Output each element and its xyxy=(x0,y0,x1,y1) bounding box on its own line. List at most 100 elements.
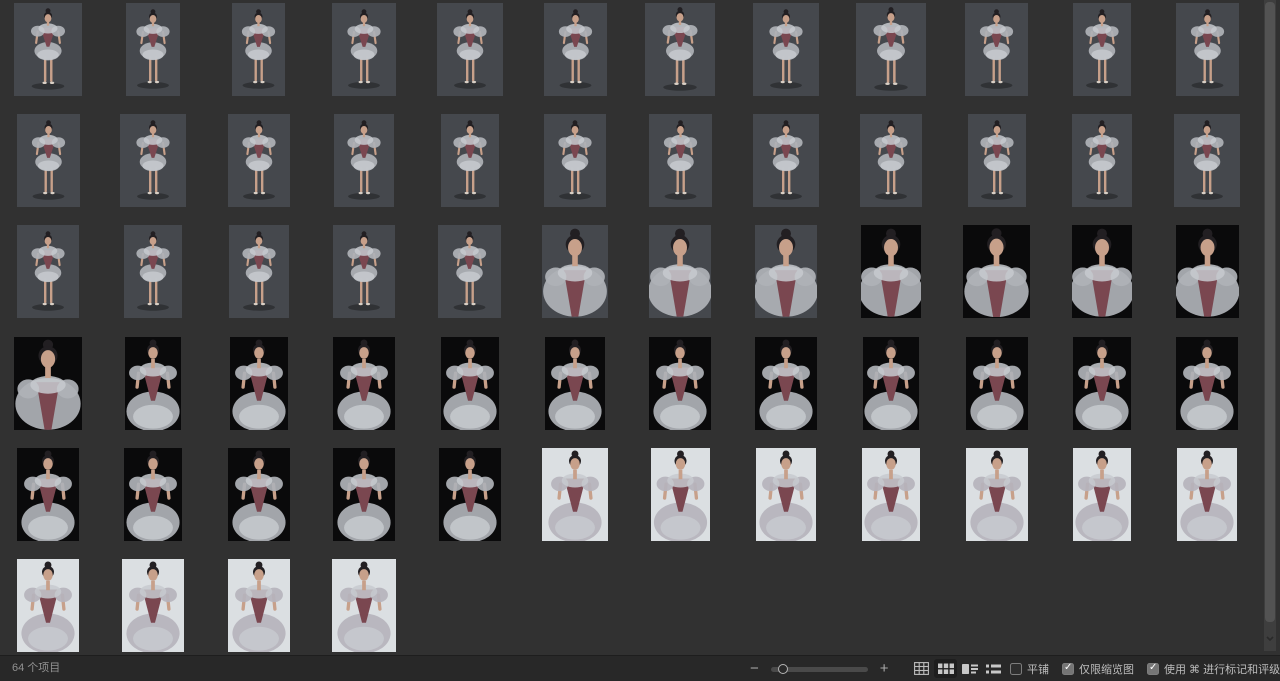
photo-thumbnail[interactable] xyxy=(1176,225,1239,318)
photo-image xyxy=(17,448,79,541)
photo-image xyxy=(651,448,710,541)
photo-thumbnail[interactable] xyxy=(230,337,288,430)
photo-thumbnail[interactable] xyxy=(17,559,79,652)
photo-thumbnail[interactable] xyxy=(1177,448,1237,541)
photo-thumbnail[interactable] xyxy=(965,3,1028,96)
photo-image xyxy=(228,448,290,541)
photo-thumbnail[interactable] xyxy=(1174,114,1240,207)
tile-checkbox[interactable] xyxy=(1010,663,1022,675)
photo-thumbnail[interactable] xyxy=(545,337,605,430)
photo-thumbnail[interactable] xyxy=(124,448,182,541)
photo-thumbnail[interactable] xyxy=(332,3,396,96)
photo-thumbnail[interactable] xyxy=(755,337,817,430)
photo-thumbnail[interactable] xyxy=(17,225,79,318)
photo-thumbnail[interactable] xyxy=(645,3,715,96)
photo-image xyxy=(544,114,606,207)
photo-thumbnail[interactable] xyxy=(122,559,184,652)
photo-thumbnail[interactable] xyxy=(333,225,395,318)
photo-thumbnail[interactable] xyxy=(334,114,394,207)
thumbnail-zoom-controls: − + xyxy=(750,656,889,681)
photo-thumbnail[interactable] xyxy=(14,3,82,96)
photo-thumbnail[interactable] xyxy=(542,225,608,318)
thumbnails-only-checkbox[interactable] xyxy=(1062,663,1074,675)
vertical-scrollbar[interactable] xyxy=(1264,0,1276,651)
photo-thumbnail[interactable] xyxy=(17,114,80,207)
photo-thumbnail[interactable] xyxy=(438,225,501,318)
list-view-button[interactable] xyxy=(982,659,1005,678)
photo-thumbnail[interactable] xyxy=(861,225,921,318)
photo-thumbnail[interactable] xyxy=(753,114,819,207)
thumbnail-view-icon xyxy=(938,663,954,675)
detail-view-button[interactable] xyxy=(958,659,981,678)
photo-image xyxy=(542,448,608,541)
grid-view-button[interactable] xyxy=(910,659,933,678)
photo-image xyxy=(753,114,819,207)
zoom-out-button[interactable]: − xyxy=(750,661,759,676)
photo-image xyxy=(232,3,285,96)
photo-thumbnail[interactable] xyxy=(860,114,922,207)
photo-thumbnail[interactable] xyxy=(332,559,396,652)
photo-thumbnail[interactable] xyxy=(232,3,285,96)
photo-thumbnail[interactable] xyxy=(649,114,712,207)
photo-thumbnail[interactable] xyxy=(1176,337,1238,430)
photo-image xyxy=(17,225,79,318)
photo-thumbnail[interactable] xyxy=(649,225,711,318)
photo-thumbnail[interactable] xyxy=(120,114,186,207)
photo-thumbnail[interactable] xyxy=(1072,225,1132,318)
photo-thumbnail[interactable] xyxy=(1073,3,1131,96)
photo-thumbnail[interactable] xyxy=(1176,3,1239,96)
option-thumbnails-only[interactable]: 仅限缩览图 xyxy=(1062,661,1134,677)
status-bar: 64 个项目 − + xyxy=(0,655,1280,681)
photo-thumbnail[interactable] xyxy=(228,559,290,652)
photo-thumbnail[interactable] xyxy=(441,337,499,430)
photo-thumbnail[interactable] xyxy=(228,114,290,207)
option-tile[interactable]: 平铺 xyxy=(1010,661,1049,677)
photo-image xyxy=(124,448,182,541)
slider-knob[interactable] xyxy=(778,664,788,674)
photo-thumbnail[interactable] xyxy=(229,225,289,318)
scrollbar-thumb[interactable] xyxy=(1265,2,1275,622)
photo-thumbnail[interactable] xyxy=(125,337,181,430)
photo-thumbnail[interactable] xyxy=(542,448,608,541)
scroll-down-icon[interactable] xyxy=(1264,634,1276,644)
browser-options: 平铺 仅限缩览图 使用 ⌘ 进行标记和评级 xyxy=(1010,656,1280,681)
photo-thumbnail[interactable] xyxy=(124,225,182,318)
thumbnail-view-button[interactable] xyxy=(934,659,957,678)
photo-thumbnail[interactable] xyxy=(126,3,180,96)
photo-thumbnail[interactable] xyxy=(756,448,816,541)
photo-thumbnail[interactable] xyxy=(1073,337,1131,430)
photo-thumbnail[interactable] xyxy=(544,3,607,96)
photo-thumbnail[interactable] xyxy=(437,3,503,96)
photo-thumbnail[interactable] xyxy=(966,337,1028,430)
photo-thumbnail[interactable] xyxy=(856,3,926,96)
photo-thumbnail[interactable] xyxy=(863,337,919,430)
option-cmd-tag-rate[interactable]: 使用 ⌘ 进行标记和评级 xyxy=(1147,661,1280,677)
thumbnail-size-slider[interactable] xyxy=(771,662,868,676)
photo-thumbnail[interactable] xyxy=(439,448,501,541)
cmd-tag-rate-checkbox[interactable] xyxy=(1147,663,1159,675)
tile-label: 平铺 xyxy=(1027,661,1049,677)
photo-thumbnail[interactable] xyxy=(1073,448,1131,541)
photo-image xyxy=(1073,337,1131,430)
photo-thumbnail[interactable] xyxy=(966,448,1028,541)
photo-image xyxy=(14,3,82,96)
photo-thumbnail[interactable] xyxy=(753,3,819,96)
photo-thumbnail[interactable] xyxy=(968,114,1026,207)
photo-thumbnail[interactable] xyxy=(862,448,920,541)
photo-thumbnail[interactable] xyxy=(333,337,395,430)
photo-thumbnail[interactable] xyxy=(441,114,499,207)
photo-thumbnail[interactable] xyxy=(755,225,817,318)
photo-image xyxy=(228,114,290,207)
photo-thumbnail[interactable] xyxy=(649,337,711,430)
photo-image xyxy=(966,448,1028,541)
photo-thumbnail[interactable] xyxy=(1072,114,1132,207)
photo-thumbnail[interactable] xyxy=(963,225,1030,318)
zoom-in-button[interactable]: + xyxy=(880,661,889,676)
photo-thumbnail[interactable] xyxy=(544,114,606,207)
photo-thumbnail[interactable] xyxy=(333,448,395,541)
photo-thumbnail[interactable] xyxy=(651,448,710,541)
photo-thumbnail[interactable] xyxy=(14,337,82,430)
photo-thumbnail[interactable] xyxy=(228,448,290,541)
photo-image xyxy=(545,337,605,430)
photo-thumbnail[interactable] xyxy=(17,448,79,541)
